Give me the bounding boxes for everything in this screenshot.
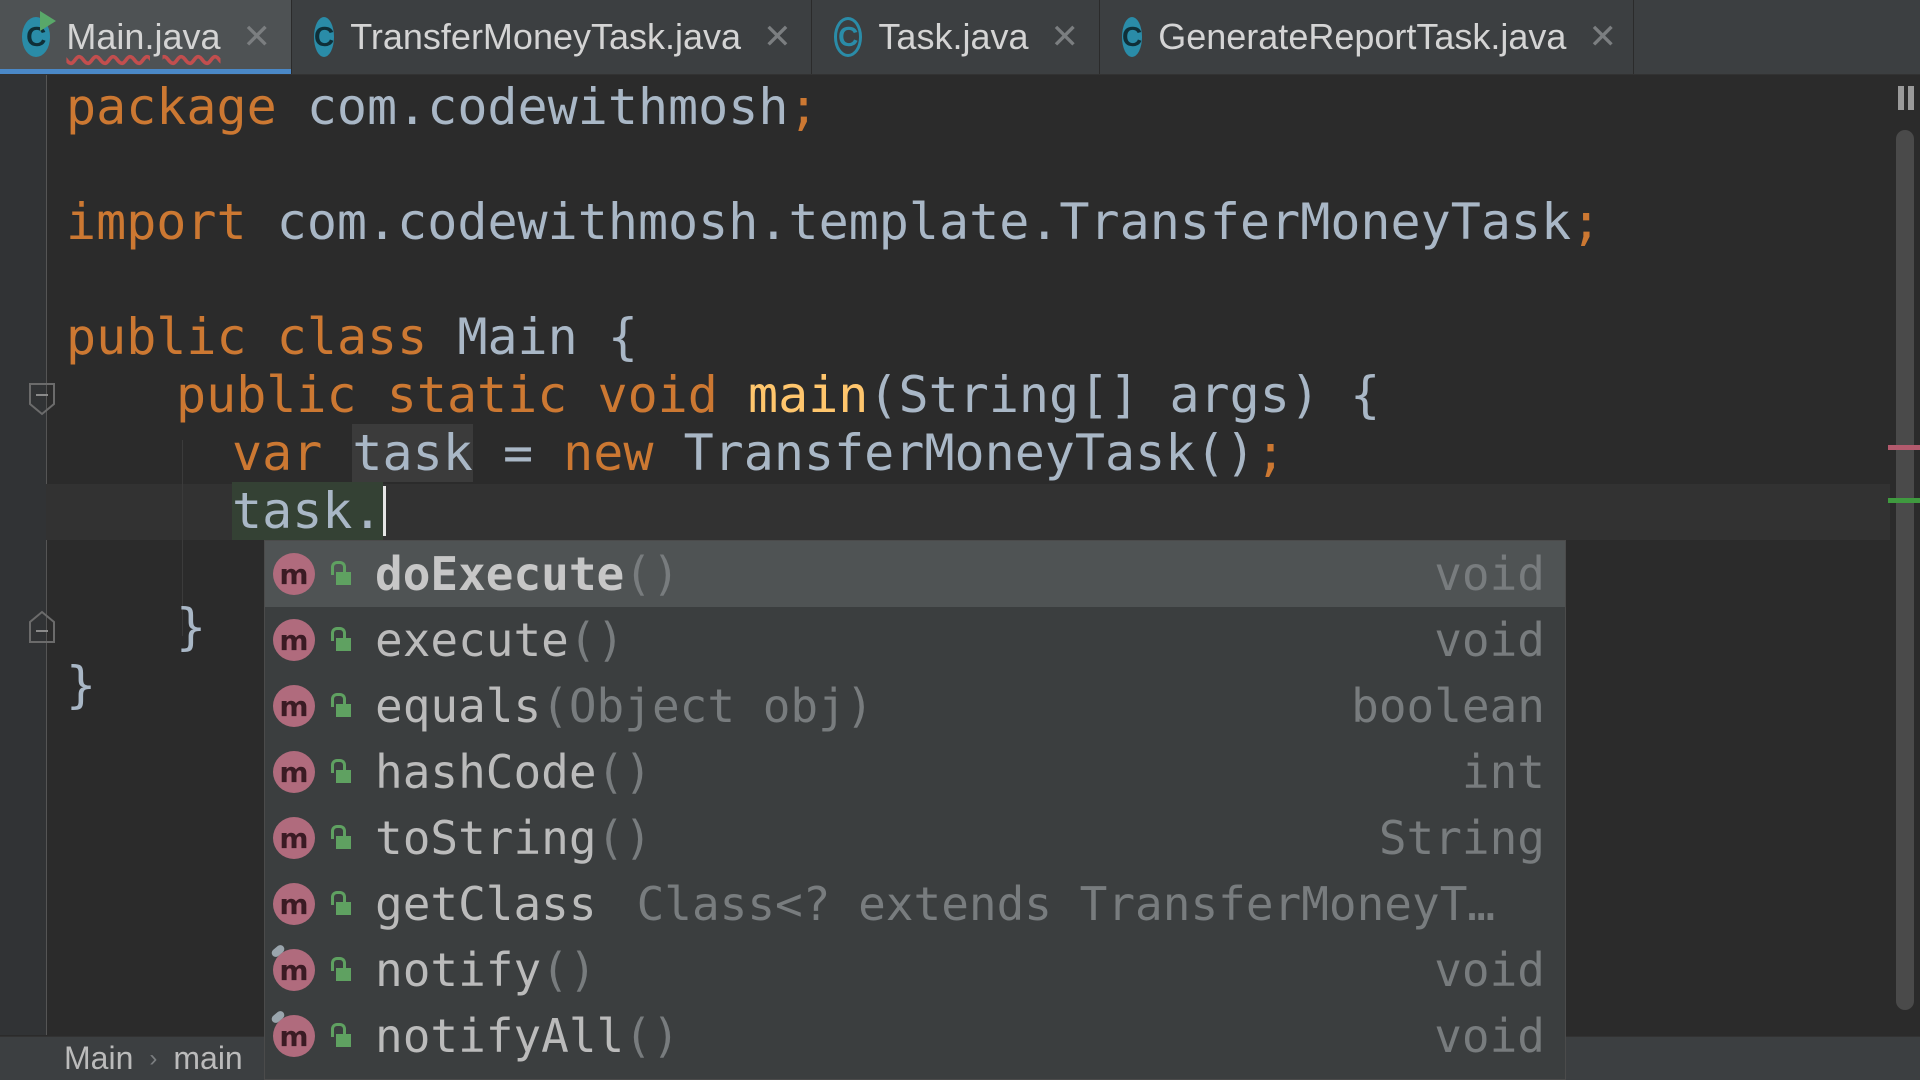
- public-access-icon: [329, 1023, 351, 1049]
- tab-transfer-money-task[interactable]: C TransferMoneyTask.java ✕: [292, 0, 812, 74]
- completion-method-name: execute: [375, 613, 569, 667]
- editor-gutter[interactable]: [0, 75, 47, 1035]
- completion-params: (): [596, 811, 652, 865]
- vertical-scrollbar[interactable]: [1896, 130, 1914, 1010]
- completion-item[interactable]: m equals (Object obj) boolean: [265, 673, 1565, 739]
- completion-method-name: doExecute: [375, 547, 625, 601]
- completion-params: (): [624, 1009, 680, 1063]
- breadcrumb-item-main-class[interactable]: Main: [64, 1040, 133, 1077]
- change-stripe-marker[interactable]: [1888, 498, 1920, 503]
- tab-task-java[interactable]: C Task.java ✕: [812, 0, 1100, 74]
- pause-icon[interactable]: [1898, 86, 1918, 110]
- public-access-icon: [329, 957, 351, 983]
- method-icon: m: [273, 883, 315, 925]
- completion-item[interactable]: m execute() void: [265, 607, 1565, 673]
- completion-method-name: getClass: [375, 877, 597, 931]
- breadcrumb-separator: ›: [149, 1044, 158, 1072]
- completion-item[interactable]: m notify() void: [265, 937, 1565, 1003]
- public-access-icon: [329, 627, 351, 653]
- tab-label: Task.java: [878, 16, 1029, 57]
- code-line-import[interactable]: import com.codewithmosh.template.Transfe…: [66, 193, 1601, 251]
- completion-item[interactable]: m hashCode() int: [265, 739, 1565, 805]
- completion-params: (Object obj): [541, 679, 874, 733]
- method-icon: m: [273, 751, 315, 793]
- final-method-icon: m: [273, 949, 315, 991]
- fold-end-icon[interactable]: [28, 610, 56, 644]
- method-icon: m: [273, 685, 315, 727]
- tab-generate-report-task[interactable]: C GenerateReportTask.java ✕: [1100, 0, 1634, 74]
- completion-method-name: hashCode: [375, 745, 597, 799]
- method-icon: m: [273, 817, 315, 859]
- completion-return-type: boolean: [1351, 679, 1545, 733]
- tab-main-java[interactable]: C Main.java ✕: [0, 0, 292, 74]
- class-icon: C: [1122, 17, 1143, 57]
- code-line-var-task[interactable]: var task = new TransferMoneyTask();: [232, 424, 1286, 482]
- close-icon[interactable]: ✕: [1051, 20, 1080, 54]
- abstract-class-icon: C: [834, 17, 863, 57]
- completion-return-type: void: [1434, 1009, 1545, 1063]
- public-access-icon: [329, 825, 351, 851]
- public-access-icon: [329, 693, 351, 719]
- completion-item[interactable]: m doExecute() void: [265, 541, 1565, 607]
- public-access-icon: [329, 891, 351, 917]
- class-icon: C: [314, 17, 335, 57]
- completion-return-type: void: [1434, 943, 1545, 997]
- completion-return-type: void: [1434, 547, 1545, 601]
- completion-method-name: toString: [375, 811, 597, 865]
- code-line-package[interactable]: package com.codewithmosh;: [66, 78, 819, 136]
- completion-params: Class<? extends TransferMoneyT…: [636, 877, 1496, 931]
- public-access-icon: [329, 759, 351, 785]
- code-line-task-dot[interactable]: task.: [232, 482, 386, 540]
- tab-label: TransferMoneyTask.java: [350, 16, 742, 57]
- final-method-icon: m: [273, 1015, 315, 1057]
- completion-params: (): [596, 745, 652, 799]
- code-line-class-decl[interactable]: public class Main {: [66, 308, 638, 366]
- completion-return-type: int: [1461, 745, 1545, 799]
- completion-return-type: void: [1434, 613, 1545, 667]
- code-line-main-decl[interactable]: public static void main(String[] args) {: [176, 366, 1380, 424]
- completion-method-name: notify: [375, 943, 542, 997]
- public-access-icon: [329, 561, 351, 587]
- method-icon: m: [273, 619, 315, 661]
- completion-method-name: notifyAll: [375, 1009, 625, 1063]
- fold-collapse-icon[interactable]: [28, 382, 56, 416]
- completion-params: (): [568, 613, 625, 667]
- ide-window: C Main.java ✕ C TransferMoneyTask.java ✕…: [0, 0, 1920, 1080]
- method-icon: m: [273, 553, 315, 595]
- class-run-icon: C: [22, 11, 57, 57]
- close-icon[interactable]: ✕: [243, 20, 272, 54]
- completion-item[interactable]: m notifyAll() void: [265, 1003, 1565, 1069]
- tab-label: GenerateReportTask.java: [1158, 16, 1567, 57]
- editor-tab-bar: C Main.java ✕ C TransferMoneyTask.java ✕…: [0, 0, 1920, 75]
- code-line-close-class[interactable]: }: [66, 656, 96, 714]
- code-line-close-method[interactable]: }: [176, 598, 206, 656]
- code-completion-popup[interactable]: m doExecute() void m execute() void m eq…: [264, 540, 1566, 1080]
- completion-item[interactable]: m getClass Class<? extends TransferMoneyT…: [265, 871, 1565, 937]
- close-icon[interactable]: ✕: [1588, 20, 1617, 54]
- completion-params: (): [624, 547, 680, 601]
- completion-method-name: equals: [375, 679, 542, 733]
- completion-params: (): [541, 943, 597, 997]
- error-stripe-marker[interactable]: [1888, 445, 1920, 450]
- completion-item[interactable]: m toString() String: [265, 805, 1565, 871]
- tab-label: Main.java: [66, 16, 221, 57]
- completion-return-type: String: [1378, 811, 1545, 865]
- breadcrumb-item-main-method[interactable]: main: [173, 1040, 242, 1077]
- close-icon[interactable]: ✕: [763, 20, 792, 54]
